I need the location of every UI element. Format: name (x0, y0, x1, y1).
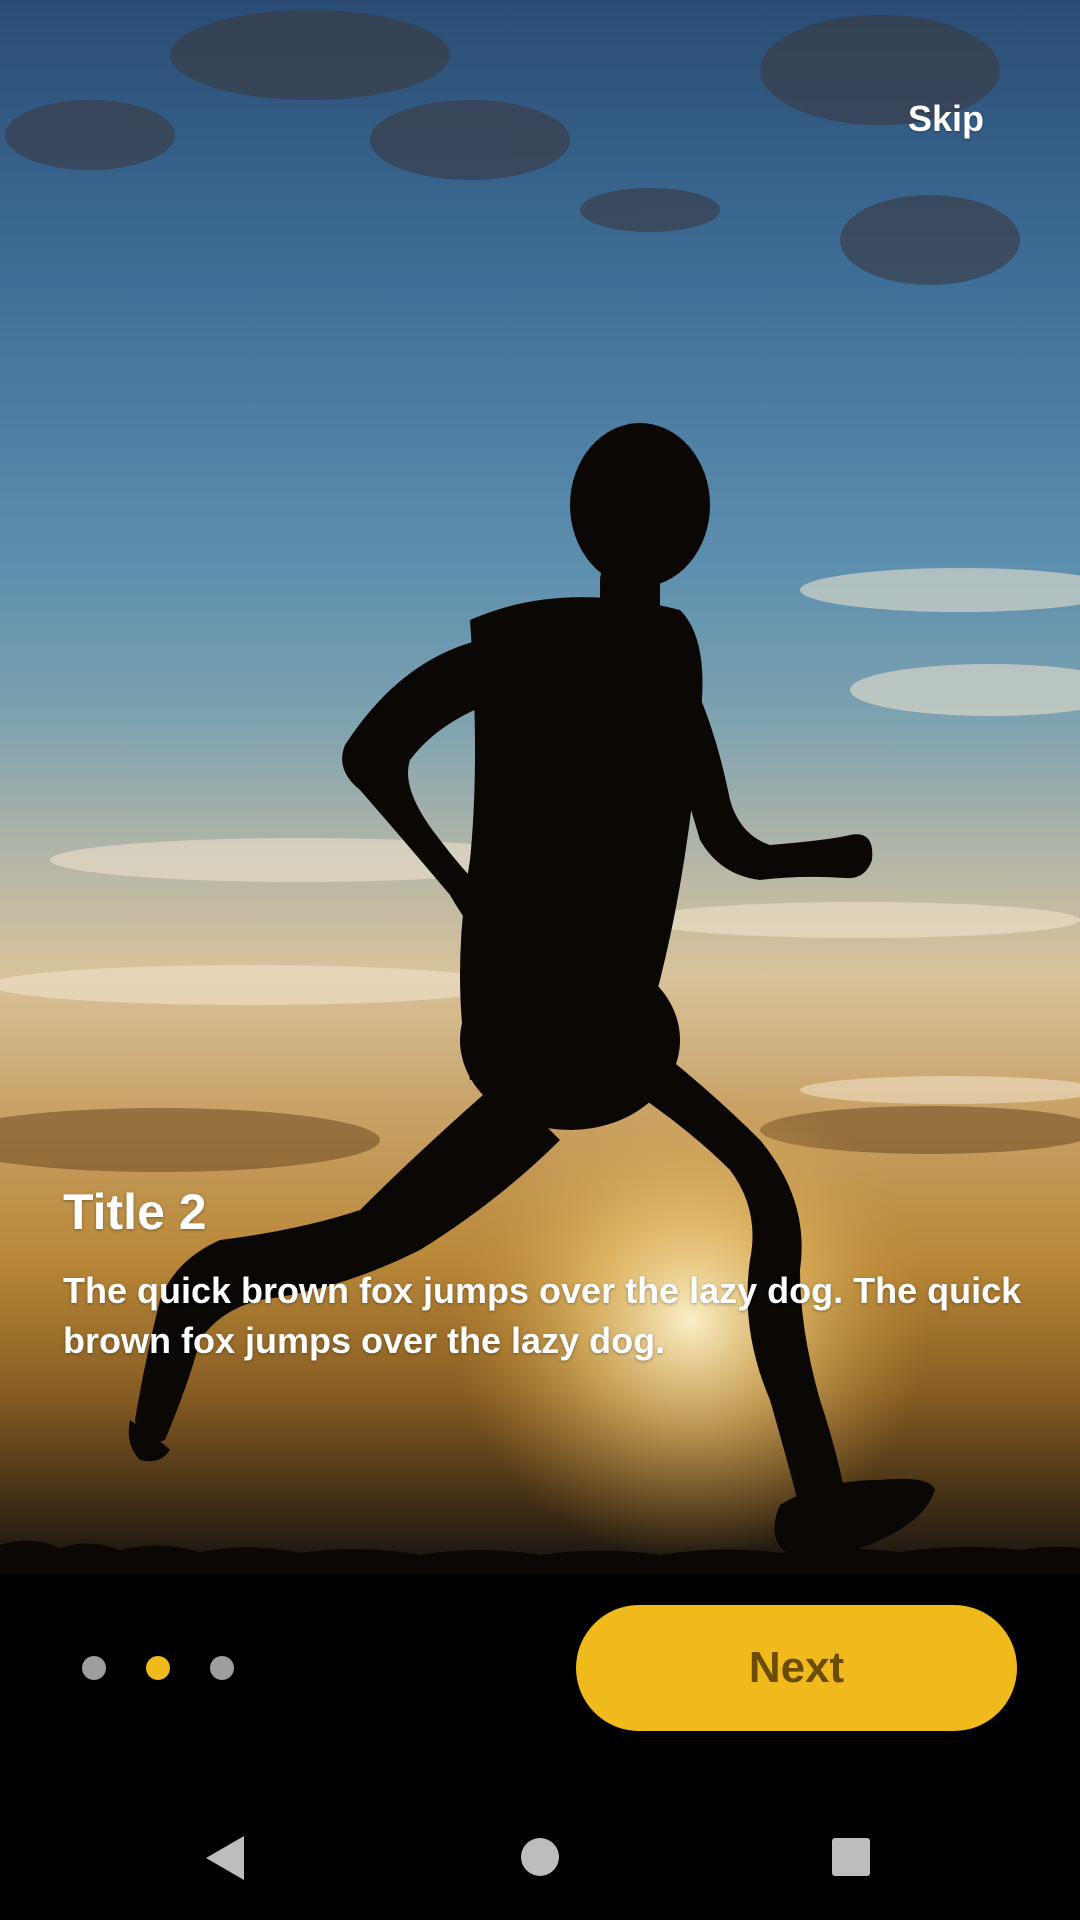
slide-caption: Title 2 The quick brown fox jumps over t… (63, 1182, 1023, 1366)
page-dot-2-active[interactable] (146, 1656, 170, 1680)
system-navigation-bar (0, 1800, 1080, 1920)
background-photo: Skip Title 2 The quick brown fox jumps o… (0, 0, 1080, 1575)
page-indicator (82, 1656, 234, 1680)
slide-description: The quick brown fox jumps over the lazy … (63, 1270, 1022, 1361)
skip-button[interactable]: Skip (908, 98, 984, 140)
home-circle-icon[interactable] (521, 1838, 559, 1876)
page-dot-3[interactable] (210, 1656, 234, 1680)
onboarding-screen: Skip Title 2 The quick brown fox jumps o… (0, 0, 1080, 1920)
back-triangle-icon[interactable] (206, 1836, 244, 1880)
recents-square-icon[interactable] (832, 1838, 870, 1876)
next-button[interactable]: Next (576, 1605, 1017, 1731)
page-dot-1[interactable] (82, 1656, 106, 1680)
slide-title: Title 2 (63, 1184, 207, 1240)
